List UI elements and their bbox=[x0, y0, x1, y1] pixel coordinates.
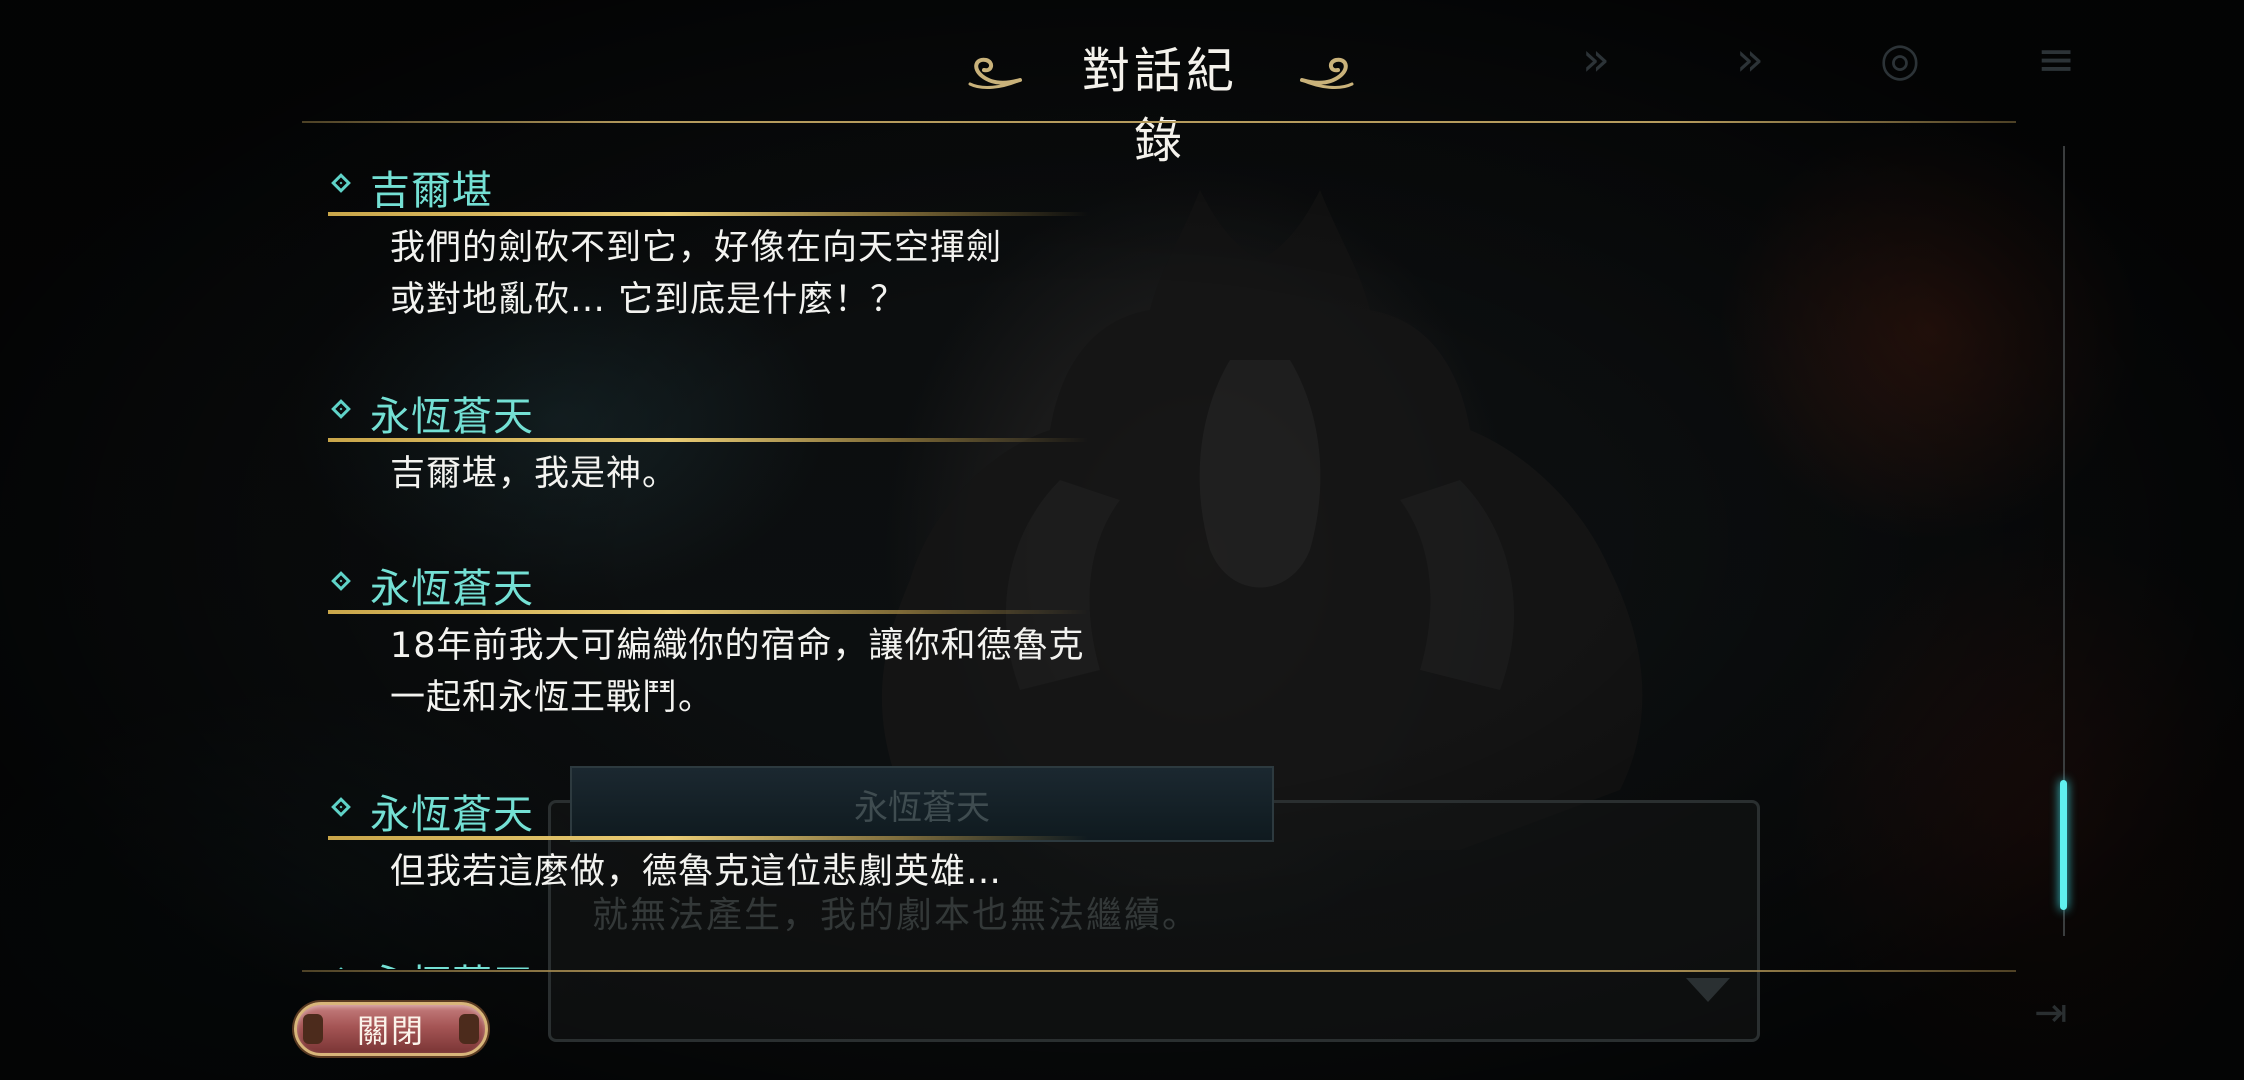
log-speaker-name: 吉爾堪 bbox=[370, 168, 493, 214]
speaker-underline bbox=[328, 212, 1088, 216]
footer-divider bbox=[302, 970, 2016, 972]
diamond-bullet-icon bbox=[331, 399, 351, 419]
log-entry: 永恆蒼天 18年前我大可編織你的宿命，讓你和德魯克 一起和永恆王戰鬥。 bbox=[302, 552, 1502, 724]
diamond-bullet-icon bbox=[331, 967, 351, 969]
ornament-right-icon bbox=[1300, 57, 1354, 89]
log-line: 或對地亂砍… 它到底是什麼！？ bbox=[390, 280, 907, 320]
close-button[interactable]: 關閉 bbox=[294, 1002, 488, 1056]
log-entry: 永恆蒼天 bbox=[302, 948, 1502, 969]
log-header: 對話紀錄 bbox=[0, 36, 2244, 169]
log-entry: 永恆蒼天 但我若這麼做，德魯克這位悲劇英雄… bbox=[302, 778, 1502, 898]
button-cap-left bbox=[303, 1014, 323, 1044]
skip-end-icon: ⇥ bbox=[2034, 990, 2068, 1036]
header-divider bbox=[302, 121, 2016, 123]
diamond-bullet-icon bbox=[331, 571, 351, 591]
close-button-label: 關閉 bbox=[356, 1012, 425, 1050]
log-entry: 永恆蒼天 吉爾堪，我是神。 bbox=[302, 380, 1502, 500]
speaker-underline bbox=[328, 836, 1088, 840]
dialogue-log-list[interactable]: 吉爾堪 我們的劍砍不到它，好像在向天空揮劍 或對地亂砍… 它到底是什麼！？ 永恆… bbox=[302, 124, 2042, 969]
log-entry: 吉爾堪 我們的劍砍不到它，好像在向天空揮劍 或對地亂砍… 它到底是什麼！？ bbox=[302, 154, 1502, 326]
diamond-bullet-icon bbox=[331, 797, 351, 817]
ornament-left-icon bbox=[968, 57, 1022, 89]
button-cap-right bbox=[459, 1014, 479, 1044]
log-line: 但我若這麼做，德魯克這位悲劇英雄… bbox=[390, 852, 1003, 892]
speaker-underline bbox=[328, 610, 1088, 614]
scrollbar-thumb[interactable] bbox=[2060, 780, 2067, 910]
log-speaker-name: 永恆蒼天 bbox=[370, 792, 534, 838]
log-speaker-name: 永恆蒼天 bbox=[370, 952, 534, 969]
log-speaker-name: 永恆蒼天 bbox=[370, 566, 534, 612]
log-line: 吉爾堪，我是神。 bbox=[390, 454, 679, 494]
log-speaker-name: 永恆蒼天 bbox=[370, 394, 534, 440]
log-line: 18年前我大可編織你的宿命，讓你和德魯克 bbox=[390, 626, 1085, 666]
diamond-bullet-icon bbox=[331, 173, 351, 193]
speaker-underline bbox=[328, 438, 1088, 442]
log-line: 一起和永恆王戰鬥。 bbox=[390, 678, 715, 718]
log-line: 我們的劍砍不到它，好像在向天空揮劍 bbox=[390, 228, 1003, 268]
next-arrow-icon bbox=[1686, 978, 1730, 1002]
